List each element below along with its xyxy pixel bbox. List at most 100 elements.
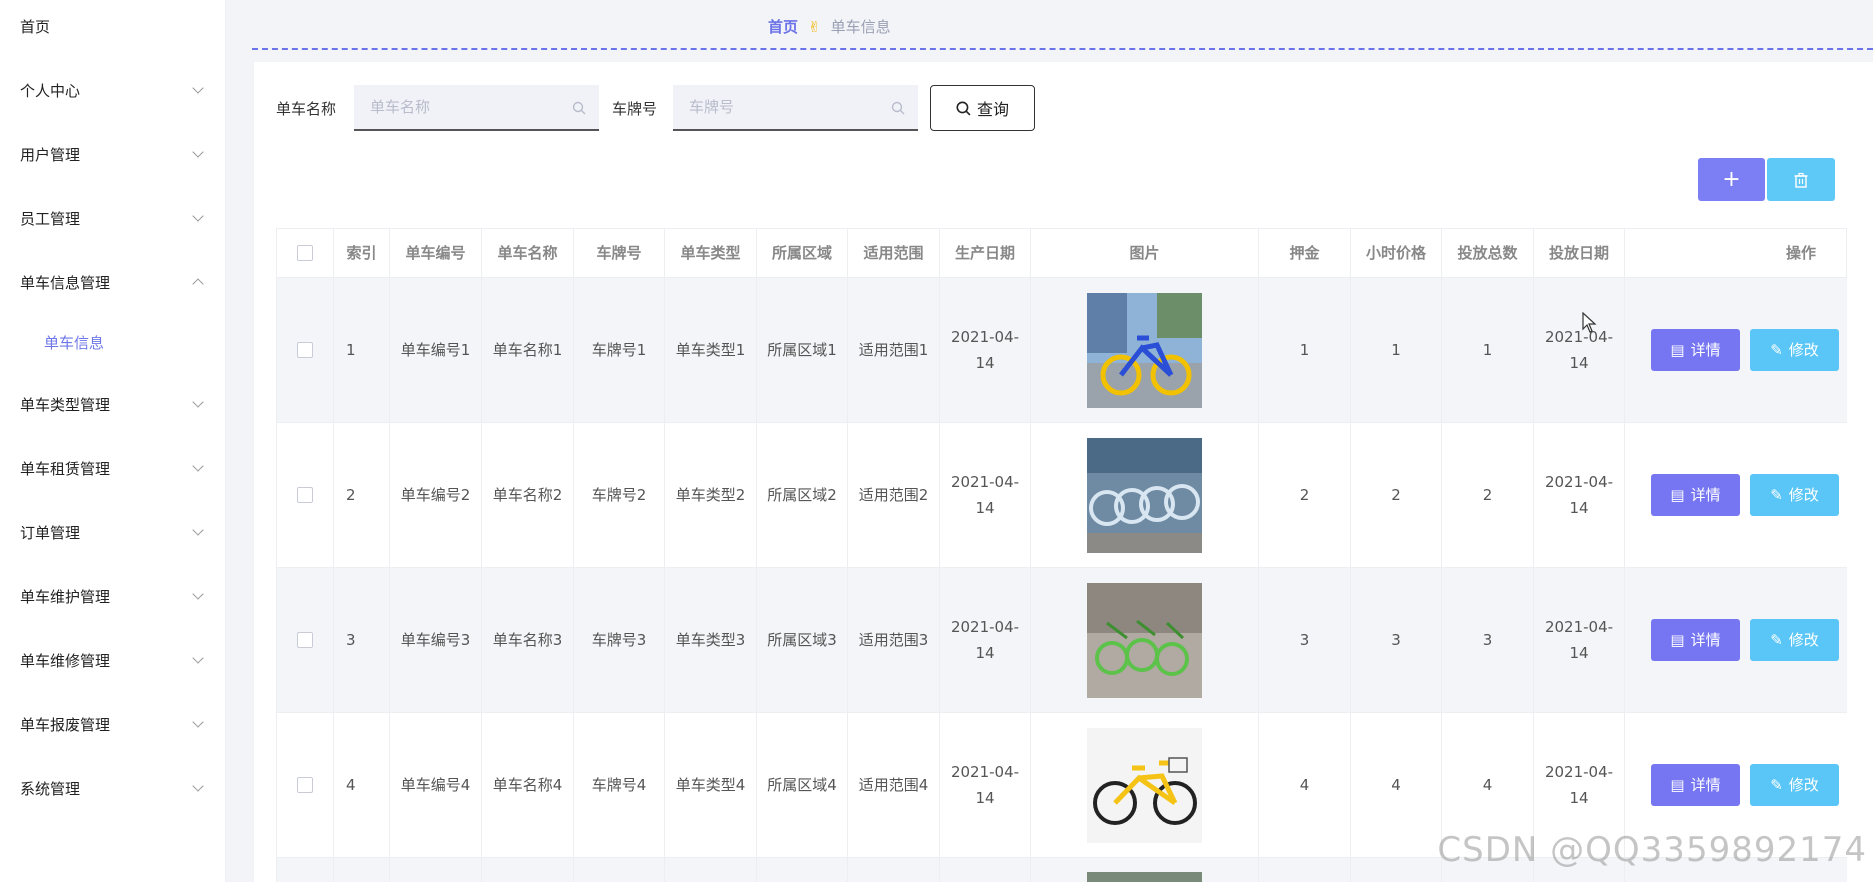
name-cell: 单车名称1	[482, 278, 574, 422]
edit-button[interactable]: ✎ 修改	[1750, 474, 1839, 516]
document-icon: ▤	[1670, 631, 1685, 649]
bike-photo	[1087, 872, 1202, 882]
sidebar-item-bike-rental-management[interactable]: 单车租赁管理	[0, 448, 226, 488]
chevron-down-icon	[192, 210, 204, 222]
sidebar-item-label: 单车维护管理	[20, 587, 111, 606]
sidebar-item-label: 系统管理	[20, 779, 81, 798]
deposit-cell: 1	[1259, 278, 1351, 422]
table-row: 1 单车编号1 单车名称1 车牌号1 单车类型1 所属区域1 适用范围1 202…	[276, 278, 1847, 423]
detail-button[interactable]: ▤ 详情	[1651, 329, 1740, 371]
column-header: 操作	[1625, 229, 1847, 277]
column-header[interactable]: 车牌号	[574, 229, 665, 277]
column-header[interactable]: 图片	[1031, 229, 1259, 277]
price-cell: 4	[1351, 713, 1442, 857]
release-date-cell: 2021-04-14	[1534, 568, 1625, 712]
row-checkbox[interactable]	[297, 342, 313, 358]
prod-date-cell: 2021-04-14	[940, 278, 1031, 422]
yellow-bike-photo[interactable]	[1087, 727, 1202, 843]
sidebar-item-user-management[interactable]: 用户管理	[0, 134, 226, 174]
sidebar-item-label: 用户管理	[20, 145, 81, 164]
pencil-icon: ✎	[1770, 486, 1783, 504]
select-all-checkbox[interactable]	[297, 245, 313, 261]
operations-cell: ▤ 详情 ✎ 修改	[1625, 568, 1847, 712]
chevron-down-icon	[192, 780, 204, 792]
edit-button[interactable]: ✎ 修改	[1750, 329, 1839, 371]
plus-icon: +	[1722, 167, 1741, 192]
sidebar-item-bike-scrap-management[interactable]: 单车报废管理	[0, 704, 226, 744]
name-cell: 单车名称4	[482, 713, 574, 857]
detail-button-label: 详情	[1690, 341, 1721, 359]
blue-yellow-bike-photo[interactable]	[1087, 292, 1202, 408]
cursor-icon	[1582, 312, 1597, 333]
row-checkbox[interactable]	[297, 777, 313, 793]
chevron-down-icon	[192, 460, 204, 472]
image-cell	[1031, 568, 1259, 712]
query-button[interactable]: 查询	[930, 85, 1035, 131]
checkbox-cell	[276, 713, 334, 857]
column-header[interactable]: 适用范围	[848, 229, 940, 277]
column-header[interactable]: 单车类型	[665, 229, 757, 277]
prod-date-cell: 2021-04-14	[940, 423, 1031, 567]
sidebar-item-order-management[interactable]: 订单管理	[0, 512, 226, 552]
breadcrumb-current: 单车信息	[830, 18, 891, 36]
plate-cell: 车牌号2	[574, 423, 665, 567]
prod-date-cell: 2021-04-14	[940, 713, 1031, 857]
column-header[interactable]: 单车编号	[390, 229, 482, 277]
sidebar-item-label: 单车信息管理	[20, 273, 111, 292]
column-header[interactable]: 单车名称	[482, 229, 574, 277]
column-header[interactable]: 索引	[334, 229, 390, 277]
chevron-down-icon	[192, 146, 204, 158]
detail-button-label: 详情	[1690, 631, 1721, 649]
image-cell	[1031, 423, 1259, 567]
column-header[interactable]: 所属区域	[757, 229, 848, 277]
sidebar-item-label: 员工管理	[20, 209, 81, 228]
column-header[interactable]: 押金	[1259, 229, 1351, 277]
breadcrumb-divider	[252, 48, 1873, 50]
trash-icon	[1794, 172, 1808, 188]
sidebar-item-staff-management[interactable]: 员工管理	[0, 198, 226, 238]
detail-button[interactable]: ▤ 详情	[1651, 619, 1740, 661]
edit-button[interactable]: ✎ 修改	[1750, 764, 1839, 806]
price-cell: 1	[1351, 278, 1442, 422]
sidebar-item-home[interactable]: 首页	[0, 6, 226, 46]
code-cell: 单车编号4	[390, 713, 482, 857]
deposit-cell: 2	[1259, 423, 1351, 567]
sidebar-item-bike-maintenance-management[interactable]: 单车维护管理	[0, 576, 226, 616]
total-cell: 3	[1442, 568, 1534, 712]
sidebar-item-system-management[interactable]: 系统管理	[0, 768, 226, 808]
sidebar-item-bike-type-management[interactable]: 单车类型管理	[0, 384, 226, 424]
document-icon: ▤	[1670, 486, 1685, 504]
prod-date-cell: 2021-04-14	[940, 568, 1031, 712]
edit-button[interactable]: ✎ 修改	[1750, 619, 1839, 661]
sidebar: 首页 个人中心 用户管理 员工管理 单车信息管理 单车信息 单车类型管理 单车租…	[0, 0, 226, 882]
total-cell: 2	[1442, 423, 1534, 567]
scope-cell: 适用范围1	[848, 278, 940, 422]
column-header[interactable]: 生产日期	[940, 229, 1031, 277]
green-bikes-photo[interactable]	[1087, 582, 1202, 698]
plate-input[interactable]	[673, 85, 918, 131]
detail-button[interactable]: ▤ 详情	[1651, 474, 1740, 516]
sidebar-item-bike-info-management[interactable]: 单车信息管理	[0, 262, 226, 302]
checkbox-cell	[276, 423, 334, 567]
edit-button-label: 修改	[1788, 776, 1819, 794]
column-header[interactable]: 小时价格	[1351, 229, 1442, 277]
parked-bikes-row-photo[interactable]	[1087, 437, 1202, 553]
row-checkbox[interactable]	[297, 487, 313, 503]
delete-button[interactable]	[1767, 158, 1835, 201]
type-cell: 单车类型2	[665, 423, 757, 567]
type-cell: 单车类型3	[665, 568, 757, 712]
sidebar-item-label: 个人中心	[20, 81, 81, 100]
breadcrumb-home[interactable]: 首页	[768, 16, 798, 37]
bike-name-input[interactable]	[354, 85, 599, 131]
sidebar-item-label: 单车维修管理	[20, 651, 111, 670]
sidebar-item-personal-center[interactable]: 个人中心	[0, 70, 226, 110]
row-checkbox[interactable]	[297, 632, 313, 648]
sidebar-subitem-bike-info[interactable]: 单车信息	[0, 322, 226, 362]
sidebar-item-bike-repair-management[interactable]: 单车维修管理	[0, 640, 226, 680]
scope-cell: 适用范围4	[848, 713, 940, 857]
checkbox-cell	[276, 278, 334, 422]
add-button[interactable]: +	[1698, 158, 1765, 201]
detail-button[interactable]: ▤ 详情	[1651, 764, 1740, 806]
column-header[interactable]: 投放总数	[1442, 229, 1534, 277]
column-header[interactable]: 投放日期	[1534, 229, 1625, 277]
